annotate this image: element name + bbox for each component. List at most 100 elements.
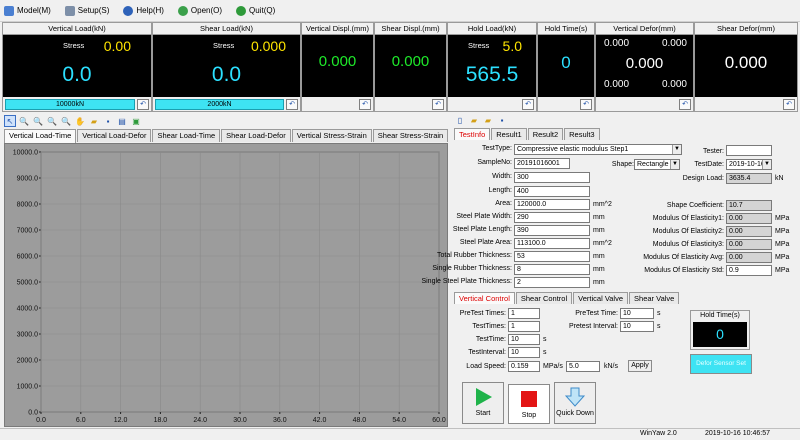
tab-shear-load-time[interactable]: Shear Load-Time — [152, 129, 221, 142]
pretest-interval-input[interactable]: 10 — [620, 321, 654, 332]
plate-area-unit: mm^2 — [593, 240, 612, 247]
test-type-select[interactable]: Compressive elastic modulus Step1 ▼ — [514, 144, 682, 155]
sample-no-input[interactable]: 20191016001 — [514, 158, 570, 169]
vertical-displ-reset-button[interactable]: ↶ — [359, 98, 371, 110]
tab-result2[interactable]: Result2 — [527, 128, 564, 140]
modulus-std-unit: MPa — [775, 267, 790, 274]
tab-vertical-valve[interactable]: Vertical Valve — [573, 292, 629, 304]
hold-load-reset-button[interactable]: ↶ — [522, 98, 534, 110]
start-button[interactable]: Start — [462, 382, 504, 424]
pan-icon[interactable]: ✋ — [74, 115, 86, 127]
vertical-displ-panel: Vertical Displ.(mm) 0.000 ↶ — [301, 22, 374, 112]
zoom-in-icon[interactable]: 🔍 — [18, 115, 30, 127]
tester-label: Tester: — [702, 148, 724, 155]
shear-displ-panel: Shear Displ.(mm) 0.000 ↶ — [374, 22, 447, 112]
design-load-unit: kN — [775, 175, 784, 182]
load-speed-kn-input[interactable]: 5.0 — [566, 361, 600, 372]
pretest-interval-unit: s — [657, 323, 661, 330]
shape-select[interactable]: Rectangle ▼ — [634, 159, 680, 170]
single-rubber-input[interactable]: 8 — [514, 264, 590, 275]
shear-load-reset-button[interactable]: ↶ — [286, 98, 298, 110]
tab-vertical-stress-strain[interactable]: Vertical Stress-Strain — [291, 129, 372, 142]
hold-time-reset-button[interactable]: ↶ — [580, 98, 592, 110]
tab-shear-valve[interactable]: Shear Valve — [629, 292, 680, 304]
test-time-input[interactable]: 10 — [508, 334, 540, 345]
test-interval-unit: s — [543, 349, 547, 356]
plate-area-input[interactable]: 113100.0 — [514, 238, 590, 249]
load-time-chart[interactable]: 0.0 1000.0 2000.0 3000.0 4000.0 5000.0 6000.0 7… — [4, 143, 448, 427]
vertical-defor-top-right: 0.000 — [661, 38, 687, 49]
info-toolbar: ▯ ▰ ▰ ▪ — [454, 114, 510, 127]
open-folder-icon[interactable]: ▰ — [468, 114, 480, 126]
zoom-out-icon[interactable]: 🔍 — [32, 115, 44, 127]
quick-down-button[interactable]: Quick Down — [554, 382, 596, 424]
new-document-icon[interactable]: ▯ — [454, 114, 466, 126]
save-icon[interactable]: ▪ — [496, 114, 508, 126]
pretest-time-input[interactable]: 10 — [620, 308, 654, 319]
menu-open[interactable]: Open(O) — [177, 5, 222, 16]
tester-input[interactable] — [726, 145, 772, 156]
tab-testinfo[interactable]: TestInfo — [454, 128, 491, 140]
test-interval-input[interactable]: 10 — [508, 347, 540, 358]
pointer-icon[interactable]: ↖ — [4, 115, 16, 127]
modulus-2-label: Modulus Of Elasticity2: — [652, 228, 724, 235]
apply-button[interactable]: Apply — [628, 360, 652, 372]
tab-vertical-load-time[interactable]: Vertical Load-Time — [4, 129, 77, 143]
tab-result3[interactable]: Result3 — [564, 128, 600, 140]
open-folder-icon[interactable]: ▰ — [88, 115, 100, 127]
x-tick-label: 42.0 — [313, 417, 327, 424]
width-input[interactable]: 300 — [514, 172, 590, 183]
shear-displ-reset-button[interactable]: ↶ — [432, 98, 444, 110]
zoom-x-icon[interactable]: 🔍 — [46, 115, 58, 127]
x-tick-label: 6.0 — [76, 417, 86, 424]
area-input[interactable]: 120000.0 — [514, 199, 590, 210]
chart-plot: 0.0 1000.0 2000.0 3000.0 4000.0 5000.0 6000.0 7… — [13, 150, 446, 425]
shear-load-range[interactable]: 2000kN — [155, 98, 284, 110]
tab-shear-stress-strain[interactable]: Shear Stress-Strain — [372, 129, 449, 142]
menu-setup[interactable]: Setup(S) — [64, 5, 110, 16]
zoom-y-icon[interactable]: 🔍 — [60, 115, 72, 127]
stop-button[interactable]: Stop — [508, 384, 550, 424]
total-rubber-input[interactable]: 53 — [514, 251, 590, 262]
single-plate-input[interactable]: 2 — [514, 277, 590, 288]
single-plate-label: Single Steel Plate Thickness: — [421, 278, 512, 285]
hold-time-value: 0 — [561, 53, 571, 72]
menu-setup-label: Setup(S) — [77, 6, 110, 15]
test-date-picker[interactable]: 2019-10-16 ▼ — [726, 159, 772, 170]
tab-result1[interactable]: Result1 — [491, 128, 527, 140]
menu-help[interactable]: Help(H) — [123, 5, 164, 16]
tab-shear-load-defor[interactable]: Shear Load-Defor — [221, 129, 291, 142]
defor-sensor-set-button[interactable]: Defor Sensor Set — [690, 354, 752, 374]
vertical-load-footer: 10000kN ↶ — [3, 97, 151, 111]
modulus-3-value: 0.00 — [726, 239, 772, 250]
x-tick-label: 48.0 — [353, 417, 367, 424]
plate-length-unit: mm — [593, 227, 605, 234]
shear-defor-reset-button[interactable]: ↶ — [783, 98, 795, 110]
plate-width-input[interactable]: 290 — [514, 212, 590, 223]
export-image-icon[interactable]: ▣ — [130, 115, 142, 127]
vertical-defor-reset-button[interactable]: ↶ — [679, 98, 691, 110]
vertical-load-value: 0.0 — [62, 63, 92, 86]
menu-model-label: Model(M) — [17, 6, 51, 15]
length-input[interactable]: 400 — [514, 186, 590, 197]
test-times-input[interactable]: 1 — [508, 321, 540, 332]
sample-no-label: SampleNo: — [477, 159, 512, 166]
tab-vertical-load-defor[interactable]: Vertical Load-Defor — [77, 129, 152, 142]
vertical-load-range[interactable]: 10000kN — [5, 98, 135, 110]
vertical-load-reset-button[interactable]: ↶ — [137, 98, 149, 110]
load-speed-input[interactable]: 0.159 — [508, 361, 540, 372]
print-icon[interactable]: ▤ — [116, 115, 128, 127]
folder-icon[interactable]: ▰ — [482, 114, 494, 126]
menu-model[interactable]: Model(M) — [4, 5, 51, 16]
vertical-displ-footer: ↶ — [302, 97, 373, 111]
plate-width-label: Steel Plate Width: — [456, 213, 512, 220]
plate-length-input[interactable]: 390 — [514, 225, 590, 236]
save-icon[interactable]: ▪ — [102, 115, 114, 127]
modulus-1-label: Modulus Of Elasticity1: — [652, 215, 724, 222]
chevron-down-icon: ▼ — [762, 160, 771, 169]
tab-vertical-control[interactable]: Vertical Control — [454, 292, 515, 304]
shear-load-title: Shear Load(kN) — [153, 23, 300, 35]
pretest-times-input[interactable]: 1 — [508, 308, 540, 319]
tab-shear-control[interactable]: Shear Control — [515, 292, 573, 304]
menu-quit[interactable]: Quit(Q) — [236, 5, 275, 16]
